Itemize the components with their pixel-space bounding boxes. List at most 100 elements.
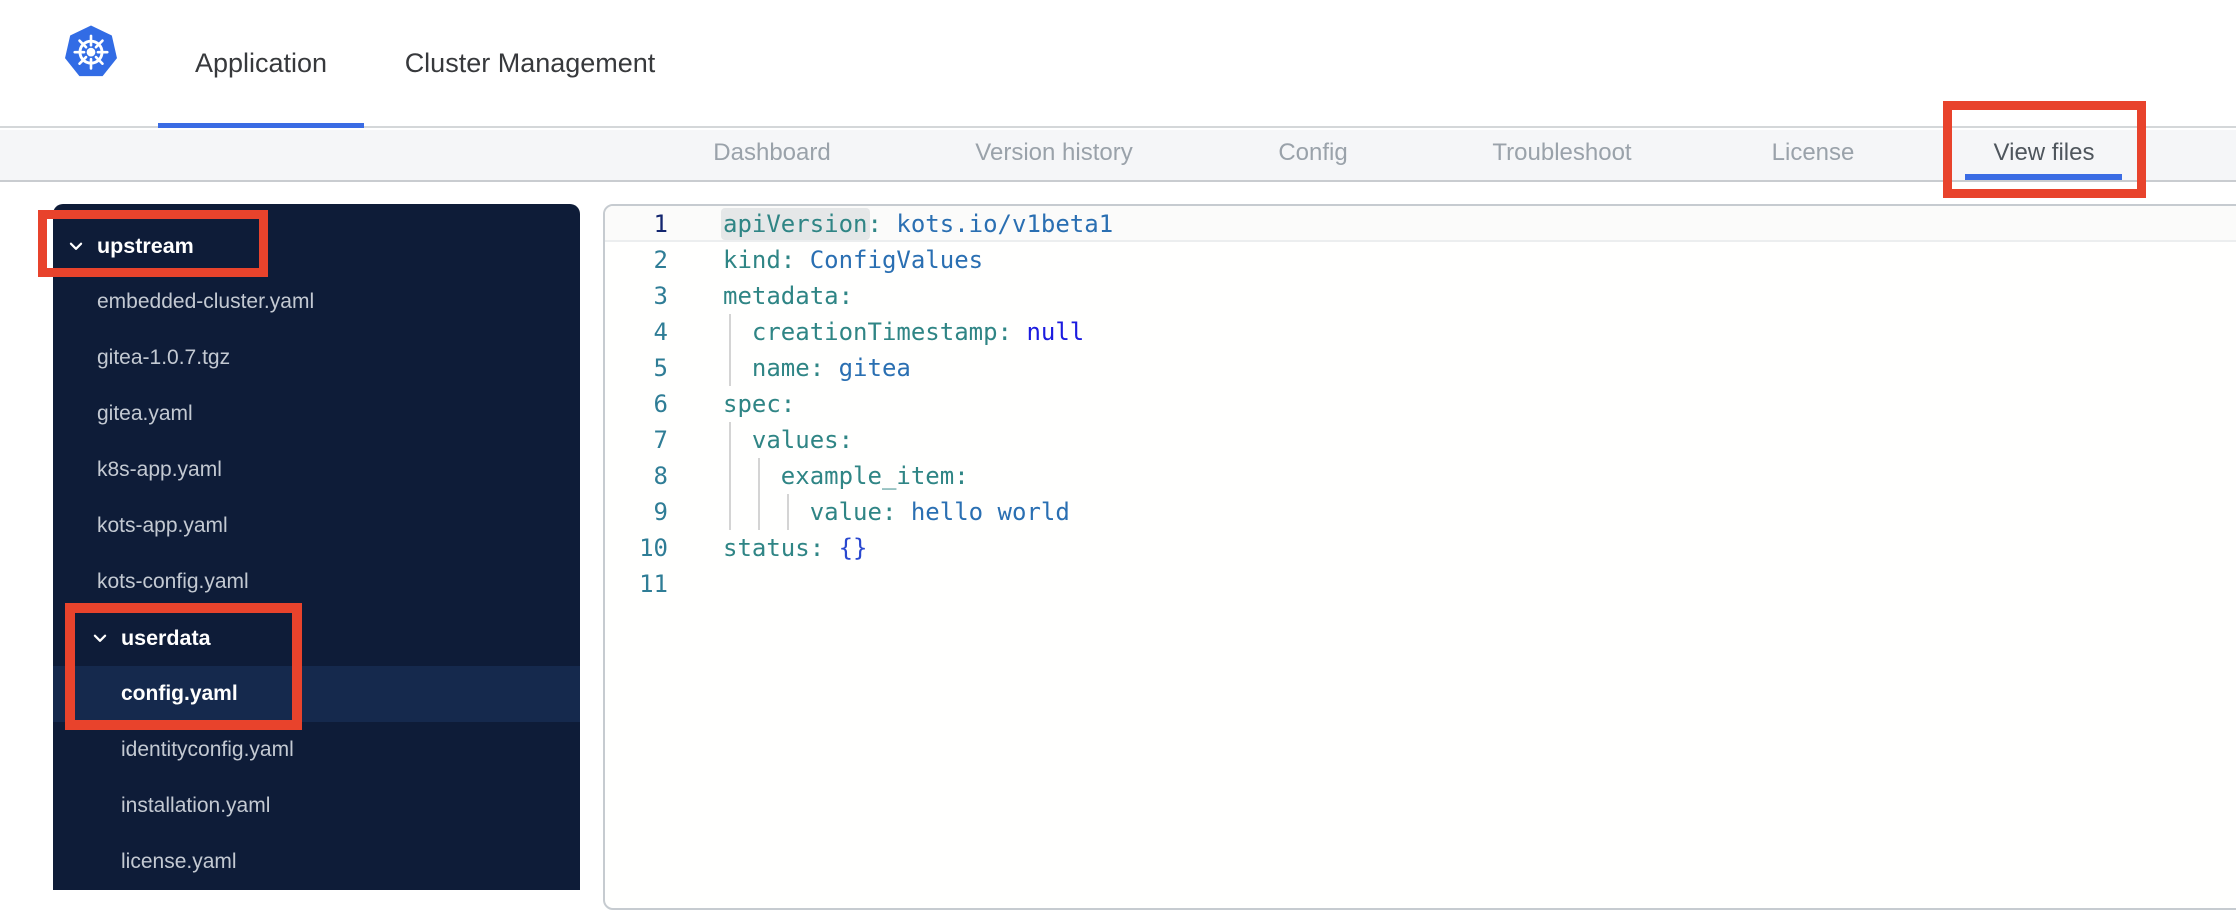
- token-val: gitea: [838, 354, 911, 382]
- code-text: creationTimestamp: null: [723, 314, 1084, 350]
- token-val: kots.io/v1beta1: [896, 210, 1114, 238]
- file-label: embedded-cluster.yaml: [97, 290, 315, 313]
- code-text: spec:: [723, 386, 795, 422]
- app-subnav: Dashboard Version history Config Troublesho…: [0, 130, 2236, 182]
- tree-row-gitea-1-0-7-tgz[interactable]: gitea-1.0.7.tgz: [53, 330, 580, 386]
- file-viewer-panel: 1 apiVersion: kots.io/v1beta1 2 kind: Confi…: [603, 204, 2236, 910]
- nav-item-dashboard[interactable]: Dashboard: [713, 130, 830, 180]
- nav-item-troubleshoot[interactable]: Troubleshoot: [1492, 130, 1631, 180]
- code-text: example_item:: [723, 458, 969, 494]
- file-label: gitea.yaml: [97, 402, 193, 425]
- token-key: :: [954, 462, 969, 490]
- line-number: 3: [653, 282, 668, 310]
- token-key: :: [809, 534, 825, 562]
- tree-row-upstream[interactable]: upstream: [53, 218, 580, 274]
- token-key: values: [751, 426, 839, 454]
- tree-row-embedded-cluster-yaml[interactable]: embedded-cluster.yaml: [53, 274, 580, 330]
- code-line-4: 4 creationTimestamp: null: [605, 314, 2236, 350]
- file-label: gitea-1.0.7.tgz: [97, 346, 231, 369]
- line-number: 6: [653, 390, 668, 418]
- line-number: 4: [653, 318, 668, 346]
- token-key: metadata: [723, 282, 839, 310]
- file-label: kots-app.yaml: [97, 514, 228, 537]
- active-tab-underline: [158, 123, 364, 128]
- tab-cluster-management[interactable]: Cluster Management: [395, 0, 665, 126]
- line-number: 5: [653, 354, 668, 382]
- tree-row-config-yaml[interactable]: config.yaml: [53, 666, 580, 722]
- token-key: :: [997, 318, 1012, 346]
- tree-row-kots-config-yaml[interactable]: kots-config.yaml: [53, 554, 580, 610]
- line-number: 2: [653, 246, 668, 274]
- token-key: kind: [723, 246, 781, 274]
- file-label: installation.yaml: [121, 794, 271, 817]
- nav-item-version-history[interactable]: Version history: [975, 130, 1132, 180]
- code-text: values:: [723, 422, 853, 458]
- tree-row-userdata[interactable]: userdata: [53, 610, 580, 666]
- token-key: example_item: [780, 462, 955, 490]
- chevron-down-icon[interactable]: [66, 236, 86, 256]
- code-line-5: 5 name: gitea: [605, 350, 2236, 386]
- file-tree-panel: upstream embedded-cluster.yaml gitea-1.0.7…: [53, 204, 580, 890]
- token-key: :: [780, 246, 796, 274]
- tree-row-kots-app-yaml[interactable]: kots-app.yaml: [53, 498, 580, 554]
- tab-application[interactable]: Application: [158, 0, 364, 126]
- code-editor[interactable]: 1 apiVersion: kots.io/v1beta1 2 kind: Confi…: [605, 206, 2236, 602]
- code-line-7: 7 values:: [605, 422, 2236, 458]
- tree-row-license-yaml[interactable]: license.yaml: [53, 834, 580, 890]
- code-text: status: {}: [723, 530, 868, 566]
- code-line-1: 1 apiVersion: kots.io/v1beta1: [605, 206, 2236, 242]
- token-val: ConfigValues: [809, 246, 984, 274]
- token-key: status: [723, 534, 810, 562]
- tree-row-gitea-yaml[interactable]: gitea.yaml: [53, 386, 580, 442]
- nav-item-license[interactable]: License: [1772, 130, 1855, 180]
- token-key: spec: [723, 390, 781, 418]
- kots-admin-console: { "header": { "logo_icon": "kubernetes-h…: [0, 0, 2236, 910]
- token-key: :: [838, 426, 854, 454]
- line-number: 1: [653, 210, 668, 238]
- token-key: creationTimestamp: [751, 318, 998, 346]
- nav-item-view-files[interactable]: View files: [1994, 130, 2095, 180]
- folder-label: userdata: [121, 625, 211, 650]
- file-label: kots-config.yaml: [97, 570, 249, 593]
- code-text: value: hello world: [723, 494, 1070, 530]
- line-number: 11: [639, 570, 668, 598]
- code-text: metadata:: [723, 278, 853, 314]
- tree-row-installation-yaml[interactable]: installation.yaml: [53, 778, 580, 834]
- token-key: :: [881, 498, 897, 526]
- code-text: apiVersion: kots.io/v1beta1: [723, 206, 1113, 242]
- line-number: 7: [653, 426, 668, 454]
- code-line-11: 11: [605, 566, 2236, 602]
- code-line-8: 8 example_item:: [605, 458, 2236, 494]
- code-line-9: 9 value: hello world: [605, 494, 2236, 530]
- token-key: apiVersion: [723, 210, 868, 238]
- folder-label: upstream: [97, 233, 194, 258]
- kubernetes-logo-icon[interactable]: [62, 22, 120, 80]
- code-text: name: gitea: [723, 350, 911, 386]
- file-label: config.yaml: [121, 682, 238, 705]
- code-line-10: 10 status: {}: [605, 530, 2236, 566]
- token-key: name: [751, 354, 810, 382]
- chevron-down-icon[interactable]: [90, 628, 110, 648]
- tree-row-identityconfig-yaml[interactable]: identityconfig.yaml: [53, 722, 580, 778]
- nav-item-config[interactable]: Config: [1278, 130, 1347, 180]
- code-line-2: 2 kind: ConfigValues: [605, 242, 2236, 278]
- line-number: 10: [639, 534, 668, 562]
- token-key: :: [838, 282, 854, 310]
- token-key: :: [780, 390, 796, 418]
- token-null: null: [1026, 318, 1085, 346]
- token-val: hello world: [910, 498, 1070, 526]
- code-line-6: 6 spec:: [605, 386, 2236, 422]
- file-label: k8s-app.yaml: [97, 458, 222, 481]
- tree-row-k8s-app-yaml[interactable]: k8s-app.yaml: [53, 442, 580, 498]
- token-key: :: [809, 354, 825, 382]
